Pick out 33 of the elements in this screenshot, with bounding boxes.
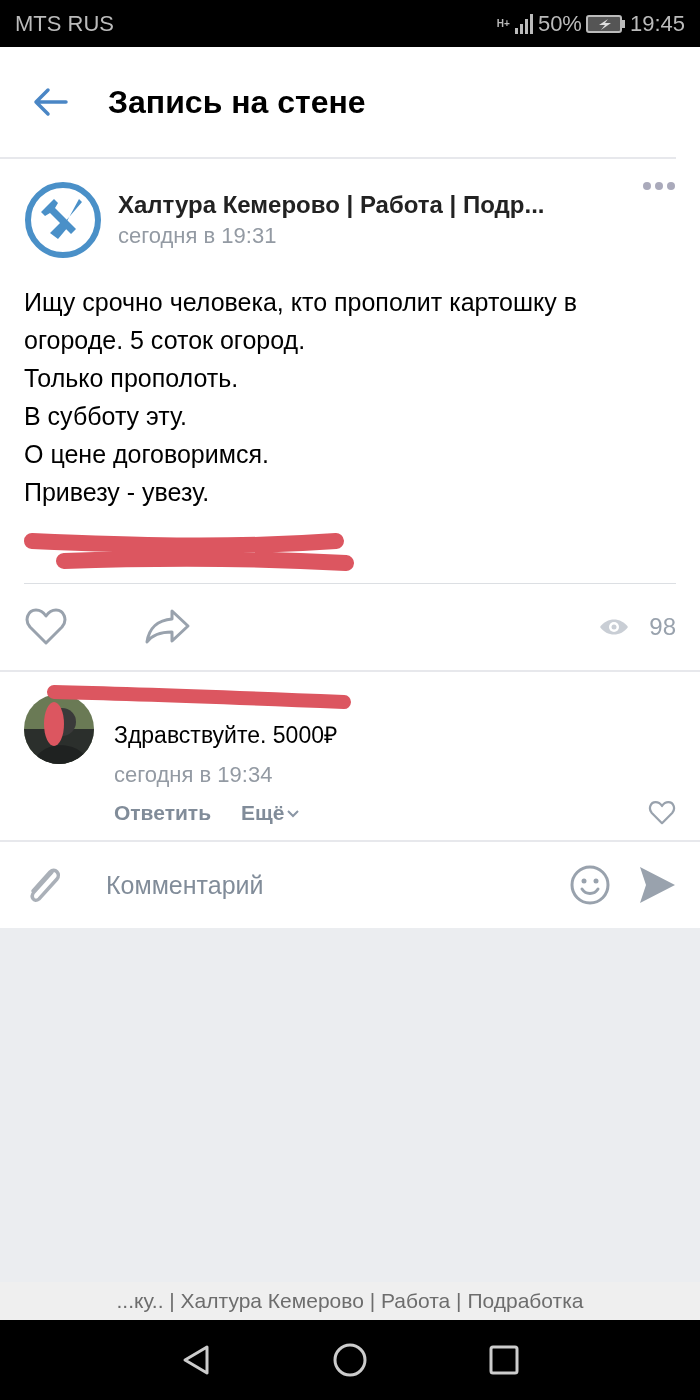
caret-icon [286,808,301,818]
home-nav-icon[interactable] [333,1343,367,1377]
more-dropdown[interactable]: Ещё [241,801,301,825]
page-title: Запись на стене [108,83,366,121]
post-text-line: О цене договоримся. [24,439,270,470]
more-options-icon[interactable] [642,181,676,191]
author-name[interactable]: Халтура Кемерово | Работа | Подр... [118,191,626,219]
share-arrow-icon[interactable] [144,608,192,646]
eye-icon [599,617,630,637]
reply-button[interactable]: Ответить [114,801,212,825]
comment-time: сегодня в 19:34 [114,762,274,788]
carrier-name: MTS RUS [15,10,114,37]
recents-nav-icon[interactable] [489,1345,519,1375]
back-nav-icon[interactable] [181,1344,211,1376]
back-arrow-icon[interactable] [32,87,68,117]
post-time: сегодня в 19:31 [118,223,278,249]
post-text-line: В субботу эту. [24,401,188,432]
post-text-line: Привезу - увезу. [24,477,211,508]
like-heart-icon[interactable] [24,607,68,647]
post-text-line: Только прополоть. [24,363,240,394]
post-text-line: Ищу срочно человека, кто прополит картошку в огороде. 5 соток огород. [24,287,578,356]
send-icon[interactable] [638,865,676,905]
smiley-icon[interactable] [570,865,610,905]
view-count: 98 [649,613,676,641]
comment-text: Здравствуйте. 5000₽ [114,721,338,750]
signal-icon [513,13,534,34]
like-heart-icon[interactable] [648,800,676,826]
comment-field[interactable]: Комментарий [104,869,550,901]
battery-percent: 50% [537,10,582,37]
clock: 19:45 [629,10,685,37]
network-type: H+ [496,18,510,29]
footer-caption: ...ку.. | Халтура Кемерово | Работа | Подработка [116,1289,584,1313]
battery-charging-icon [585,13,626,34]
